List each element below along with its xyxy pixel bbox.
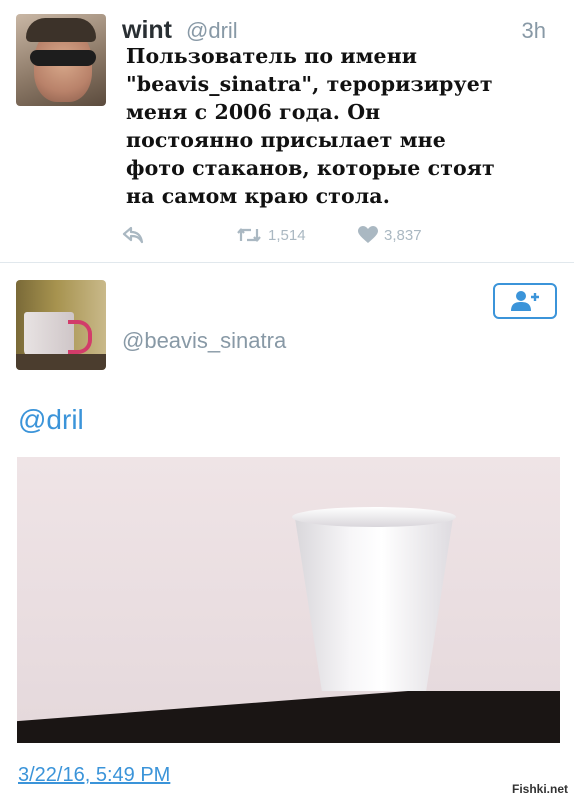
cup-rim (292, 507, 456, 527)
avatar-wint[interactable] (16, 14, 106, 106)
divider (0, 262, 574, 263)
tweet-text: Пользователь по имени "beavis_sinatra", … (126, 44, 495, 208)
tweet-original: wint @dril 3h Пользователь по имени "bea… (0, 0, 574, 262)
reply-button[interactable] (122, 226, 144, 244)
watermark: Fishki.net (511, 782, 568, 796)
reply-author-handle[interactable]: @beavis_sinatra (122, 328, 286, 354)
like-button[interactable]: 3,837 (358, 226, 422, 244)
table-edge (17, 691, 560, 743)
author-name[interactable]: wint (122, 16, 172, 45)
reply-icon (122, 226, 144, 244)
mention-link[interactable]: @dril (18, 404, 84, 436)
avatar-beavis-sinatra[interactable] (16, 280, 106, 370)
cup (295, 518, 453, 691)
retweet-button[interactable]: 1,514 (236, 226, 306, 244)
retweet-count: 1,514 (268, 226, 306, 244)
like-count: 3,837 (384, 226, 422, 244)
attached-photo-cup-on-table-edge[interactable] (17, 457, 560, 743)
tweet-time: 3h (521, 18, 546, 43)
retweet-icon (237, 228, 261, 242)
tweet-timestamp[interactable]: 3/22/16, 5:49 PM (18, 764, 170, 787)
add-user-icon (511, 291, 539, 311)
author-handle[interactable]: @dril (186, 18, 238, 44)
heart-icon (358, 226, 378, 243)
follow-button[interactable] (493, 283, 557, 319)
